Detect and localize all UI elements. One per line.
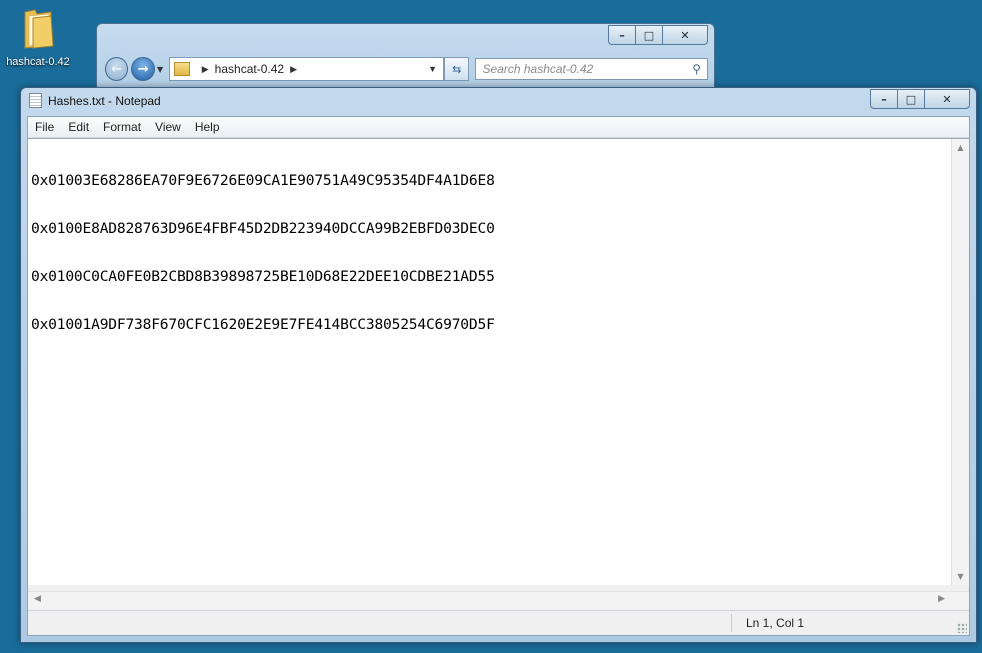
explorer-nav-row: ← → ▼ ▶ hashcat-0.42 ▶ ▼ ⇆ Search hashca… bbox=[105, 55, 708, 83]
menu-file[interactable]: File bbox=[28, 120, 61, 134]
notepad-maximize-button[interactable]: □ bbox=[897, 89, 925, 109]
explorer-close-button[interactable]: ✕ bbox=[662, 25, 708, 45]
menu-view[interactable]: View bbox=[148, 120, 188, 134]
explorer-window-controls: – □ ✕ bbox=[608, 25, 708, 45]
notepad-document-icon bbox=[29, 93, 42, 108]
menu-format[interactable]: Format bbox=[96, 120, 148, 134]
vertical-scrollbar[interactable]: ▲ ▼ bbox=[951, 139, 969, 585]
breadcrumb-item[interactable]: hashcat-0.42 bbox=[215, 62, 284, 76]
scroll-right-icon[interactable]: ▶ bbox=[938, 594, 945, 604]
horizontal-scrollbar[interactable]: ◀ ▶ bbox=[28, 591, 969, 609]
notepad-window[interactable]: Hashes.txt - Notepad – □ ✕ File Edit For… bbox=[20, 87, 977, 643]
desktop-icon-label: hashcat-0.42 bbox=[6, 56, 70, 68]
text-editor[interactable]: 0x01003E68286EA70F9E6726E09CA1E90751A49C… bbox=[28, 138, 969, 585]
chevron-right-icon[interactable]: ▶ bbox=[290, 64, 297, 75]
arrow-left-icon: ← bbox=[111, 61, 123, 77]
notepad-minimize-button[interactable]: – bbox=[870, 89, 898, 109]
desktop-icon-hashcat[interactable]: hashcat-0.42 bbox=[2, 6, 74, 68]
forward-button[interactable]: → bbox=[131, 57, 155, 81]
search-input[interactable]: Search hashcat-0.42 ⚲ bbox=[475, 58, 708, 80]
notepad-title-bar: Hashes.txt - Notepad bbox=[29, 93, 161, 108]
menu-edit[interactable]: Edit bbox=[61, 120, 96, 134]
chevron-down-icon[interactable]: ▼ bbox=[428, 64, 437, 74]
notepad-window-controls: – □ ✕ bbox=[870, 89, 970, 109]
menu-bar: File Edit Format View Help bbox=[28, 117, 969, 138]
text-line: 0x0100C0CA0FE0B2CBD8B39898725BE10D68E22D… bbox=[31, 268, 495, 285]
text-content[interactable]: 0x01003E68286EA70F9E6726E09CA1E90751A49C… bbox=[31, 141, 949, 365]
notepad-title: Hashes.txt - Notepad bbox=[48, 93, 161, 108]
back-button[interactable]: ← bbox=[105, 57, 129, 81]
notepad-close-button[interactable]: ✕ bbox=[924, 89, 970, 109]
history-dropdown-icon[interactable]: ▼ bbox=[157, 65, 165, 74]
search-icon[interactable]: ⚲ bbox=[692, 62, 701, 76]
notepad-client-area: File Edit Format View Help 0x01003E68286… bbox=[27, 116, 970, 636]
folder-icon bbox=[173, 62, 190, 76]
scroll-left-icon[interactable]: ◀ bbox=[34, 594, 41, 604]
explorer-maximize-button[interactable]: □ bbox=[635, 25, 663, 45]
refresh-button[interactable]: ⇆ bbox=[444, 57, 470, 81]
cursor-position: Ln 1, Col 1 bbox=[746, 616, 805, 630]
folder-icon bbox=[21, 6, 55, 50]
resize-grip-icon[interactable] bbox=[957, 623, 967, 633]
search-placeholder: Search hashcat-0.42 bbox=[482, 62, 594, 76]
text-line: 0x01001A9DF738F670CFC1620E2E9E7FE414BCC3… bbox=[31, 316, 495, 333]
status-divider bbox=[731, 614, 732, 632]
status-bar: Ln 1, Col 1 bbox=[28, 610, 969, 635]
explorer-minimize-button[interactable]: – bbox=[608, 25, 636, 45]
scroll-down-icon[interactable]: ▼ bbox=[952, 572, 969, 581]
text-line: 0x01003E68286EA70F9E6726E09CA1E90751A49C… bbox=[31, 172, 495, 189]
menu-help[interactable]: Help bbox=[188, 120, 227, 134]
chevron-right-icon[interactable]: ▶ bbox=[202, 64, 209, 75]
address-bar[interactable]: ▶ hashcat-0.42 ▶ ▼ bbox=[168, 57, 445, 81]
text-line: 0x0100E8AD828763D96E4FBF45D2DB223940DCCA… bbox=[31, 220, 495, 237]
refresh-icon: ⇆ bbox=[452, 62, 462, 76]
arrow-right-icon: → bbox=[137, 61, 149, 77]
scroll-up-icon[interactable]: ▲ bbox=[952, 143, 969, 152]
